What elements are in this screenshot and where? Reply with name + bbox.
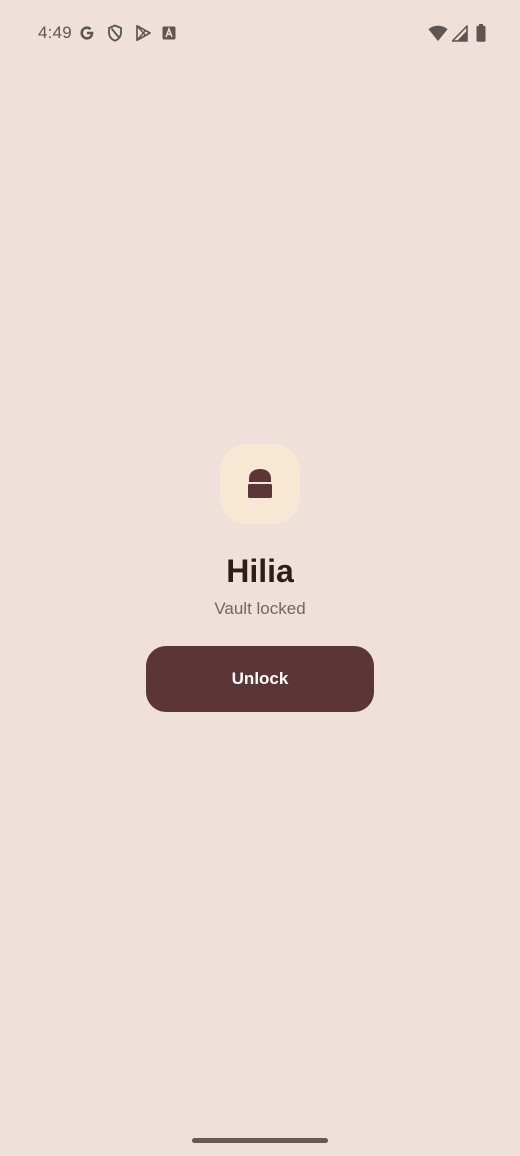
google-icon (77, 23, 97, 43)
lock-icon (247, 468, 273, 500)
vault-lock-panel: Hilia Vault locked Unlock (0, 444, 520, 712)
text-a-icon (161, 23, 177, 43)
shield-icon (105, 23, 125, 43)
status-time: 4:49 (38, 23, 72, 42)
wifi-icon (428, 25, 448, 42)
play-store-icon (133, 23, 153, 43)
lock-badge (220, 444, 300, 524)
status-bar: 4:49 (0, 0, 520, 66)
status-system-icons (428, 23, 486, 43)
battery-icon (476, 24, 486, 42)
app-title: Hilia (226, 553, 294, 589)
cellular-signal-icon (452, 24, 468, 42)
vault-status-text: Vault locked (214, 599, 306, 618)
gesture-navigation-handle[interactable] (192, 1138, 328, 1143)
status-notification-icons (77, 23, 177, 43)
unlock-button[interactable]: Unlock (146, 646, 374, 712)
